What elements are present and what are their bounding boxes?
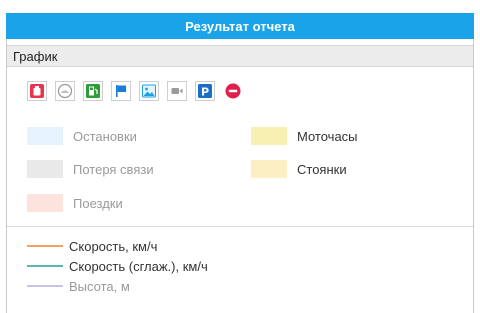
flag-button[interactable]: [111, 81, 131, 101]
flag-icon: [114, 84, 128, 98]
stops-swatch: [27, 127, 63, 145]
parking-icon: P: [198, 84, 212, 98]
line-legend: Скорость, км/ч Скорость (сглаж.), км/ч В…: [27, 236, 208, 296]
video-button[interactable]: [167, 81, 187, 101]
legend-label: Остановки: [73, 128, 137, 144]
legend-label: Поездки: [73, 195, 123, 211]
gauge-icon: [57, 83, 73, 99]
fuel-tank-icon: [30, 84, 44, 98]
legend-label: Потеря связи: [73, 161, 154, 177]
remove-button[interactable]: [223, 81, 243, 101]
gauge-button[interactable]: [55, 81, 75, 101]
legend-item-stops[interactable]: Остановки: [27, 127, 137, 145]
chart-toolbar: P: [27, 81, 243, 103]
speed-line-swatch: [27, 245, 63, 247]
trips-swatch: [27, 194, 63, 212]
video-icon: [171, 88, 183, 94]
legend-divider: [7, 226, 473, 227]
svg-text:P: P: [201, 85, 209, 98]
legend-item-parkings[interactable]: Стоянки: [251, 160, 347, 178]
legend-item-altitude[interactable]: Высота, м: [27, 276, 208, 296]
legend-label: Высота, м: [69, 278, 130, 294]
parkings-swatch: [251, 160, 287, 178]
legend-label: Стоянки: [297, 161, 347, 177]
legend-item-speed[interactable]: Скорость, км/ч: [27, 236, 208, 256]
minus-circle-icon: [225, 83, 241, 99]
smoothed-speed-line-swatch: [27, 265, 63, 267]
section-title: График: [13, 48, 58, 64]
window-title-bar: Результат отчета: [6, 13, 474, 39]
fuel-station-icon: [86, 84, 100, 98]
window-title: Результат отчета: [185, 18, 295, 34]
engine-hours-swatch: [251, 127, 287, 145]
legend-item-connection-loss[interactable]: Потеря связи: [27, 160, 154, 178]
legend-item-trips[interactable]: Поездки: [27, 194, 123, 212]
fuel-tank-button[interactable]: [27, 81, 47, 101]
legend-item-engine-hours[interactable]: Моточасы: [251, 127, 358, 145]
parking-button[interactable]: P: [195, 81, 215, 101]
image-button[interactable]: [139, 81, 159, 101]
image-icon: [142, 84, 156, 98]
altitude-line-swatch: [27, 285, 63, 287]
legend-label: Скорость, км/ч: [69, 238, 158, 254]
section-header[interactable]: График: [7, 45, 473, 67]
legend-label: Моточасы: [297, 128, 358, 144]
connection-loss-swatch: [27, 160, 63, 178]
legend-item-smoothed-speed[interactable]: Скорость (сглаж.), км/ч: [27, 256, 208, 276]
fuel-station-button[interactable]: [83, 81, 103, 101]
legend-label: Скорость (сглаж.), км/ч: [69, 258, 208, 274]
